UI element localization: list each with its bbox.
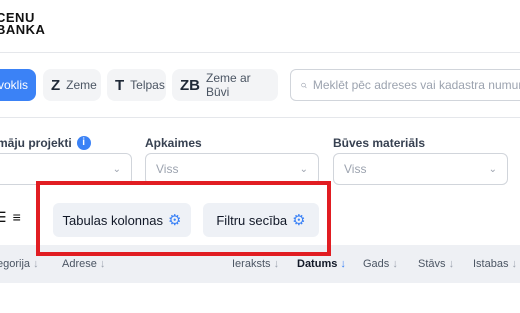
tab-label: Zeme ar Būvi	[206, 71, 251, 99]
search-input[interactable]: Meklēt pēc adreses vai kadastra numura	[290, 69, 520, 101]
list-view-icon[interactable]: ☰	[0, 209, 13, 225]
select-value: Viss	[344, 162, 367, 176]
sort-arrow-icon: ↓	[273, 258, 280, 270]
logo-line-2: BANKA	[0, 22, 46, 37]
column-label: Stāvs	[418, 258, 446, 270]
sort-arrow-icon: ↓	[392, 258, 398, 270]
column-header-record[interactable]: Ieraksts ↓	[232, 258, 279, 270]
column-label: Gads	[363, 258, 390, 270]
column-label: Datums	[297, 258, 338, 270]
z-icon: Z	[51, 76, 61, 94]
column-header-address[interactable]: Adrese ↓	[62, 258, 105, 270]
info-icon[interactable]: i	[76, 136, 91, 150]
filter-label-apkaimes: Apkaimes	[145, 136, 202, 150]
tab-telpas[interactable]: T Telpas	[107, 69, 166, 101]
search-placeholder: Meklēt pēc adreses vai kadastra numura	[312, 78, 520, 92]
column-header-floor[interactable]: Stāvs ↓	[418, 258, 454, 270]
column-label: Istabas	[473, 258, 509, 270]
materials-select[interactable]: Viss ⌄	[333, 153, 508, 185]
sort-arrow-icon: ↓	[448, 258, 455, 270]
sort-arrow-icon: ↓	[340, 258, 346, 270]
search-icon	[301, 82, 307, 88]
logo[interactable]: CENU BANKA	[0, 11, 46, 37]
view-toggle[interactable]: ☰≡	[0, 209, 27, 226]
select-value: Viss	[156, 162, 179, 176]
t-icon: T	[115, 76, 125, 94]
sort-arrow-icon: ↓	[99, 258, 106, 270]
column-header-date[interactable]: Datums ↓	[297, 258, 346, 270]
column-header-rooms[interactable]: Istabas ↓	[473, 258, 517, 270]
tab-active[interactable]: voklis	[0, 69, 36, 101]
highlight-box	[36, 181, 331, 256]
sort-arrow-icon: ↓	[33, 258, 39, 270]
tab-zeme[interactable]: Z Zeme	[43, 69, 101, 101]
tabs-divider	[0, 117, 520, 118]
compact-view-icon[interactable]: ≡	[13, 209, 27, 225]
chevron-down-icon: ⌄	[299, 163, 308, 175]
header-divider	[0, 52, 520, 53]
filter-label-projects: māju projekti i	[0, 136, 91, 150]
filter-label-materials: Būves materiāls	[333, 136, 425, 150]
filter-label-text: māju projekti	[0, 136, 72, 150]
tab-zeme-ar-buvi[interactable]: ZB Zeme ar Būvi	[172, 69, 278, 101]
chevron-down-icon: ⌄	[488, 163, 497, 175]
tab-label: Telpas	[130, 78, 165, 92]
tab-label: voklis	[0, 78, 28, 92]
filter-label-text: Apkaimes	[145, 136, 202, 150]
filter-label-text: Būves materiāls	[333, 136, 426, 150]
chevron-down-icon: ⌄	[112, 163, 121, 175]
column-label: Ieraksts	[232, 258, 271, 270]
zb-icon: ZB	[180, 76, 200, 94]
tab-label: Zeme	[66, 78, 97, 92]
sort-arrow-icon: ↓	[511, 258, 518, 270]
column-label: egorija	[0, 258, 31, 270]
column-header-year[interactable]: Gads ↓	[363, 258, 398, 270]
column-header-category[interactable]: egorija ↓	[0, 258, 39, 270]
column-label: Adrese	[62, 258, 97, 270]
